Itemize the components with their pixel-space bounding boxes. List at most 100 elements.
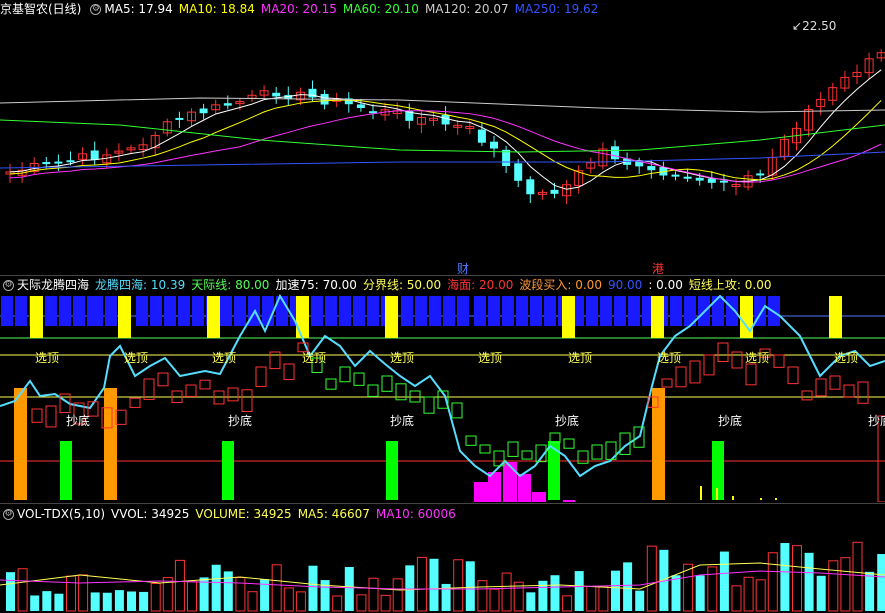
settings-icon[interactable]: ⚙ <box>3 280 14 291</box>
step-candle <box>339 366 351 383</box>
indicator-canvas[interactable] <box>0 276 885 502</box>
indicator-legend-item-3: 分界线: 50.00 <box>362 278 442 292</box>
blue-block <box>339 296 351 326</box>
candle-body <box>514 163 523 181</box>
spike <box>700 486 702 500</box>
ma-legend-item-5: MA250: 19.62 <box>514 2 599 16</box>
event-marker-hk[interactable]: 港 <box>652 260 664 275</box>
blue-block <box>502 296 514 326</box>
magenta-bar <box>518 474 531 502</box>
blue-block <box>712 296 724 326</box>
magenta-bar <box>474 482 488 502</box>
yellow-block <box>562 296 575 338</box>
step-candle <box>241 389 253 412</box>
blue-block <box>415 296 427 326</box>
candle-body <box>683 176 692 179</box>
magenta-bar <box>503 462 517 502</box>
yellow-block <box>829 296 842 338</box>
select-top-label: 选顶 <box>657 351 682 365</box>
volume-bar <box>743 576 754 612</box>
volume-bar <box>695 575 705 611</box>
ma-legend-item-0: MA5: 17.94 <box>104 2 173 16</box>
bottom-pick-label: 抄底 <box>718 414 743 428</box>
volume-bar <box>767 552 778 612</box>
price-chart-panel[interactable]: 京基智农(日线) ⚙ MA5: 17.94 MA10: 18.84 MA20: 20.1… <box>0 0 885 275</box>
volume-bar <box>344 567 354 611</box>
volume-bar <box>623 562 633 611</box>
candle-body <box>441 114 450 125</box>
step-candle <box>591 444 603 460</box>
settings-icon[interactable]: ⚙ <box>3 509 14 520</box>
candle-body <box>707 178 716 183</box>
volume-bar <box>719 551 729 611</box>
bottom-pick-label: 抄底 <box>228 414 253 428</box>
step-candle <box>563 438 575 449</box>
indicator-panel[interactable]: ⚙ 天际龙腾四海 龙腾四海: 10.39 天际线: 80.00 加速75: 70.00 分… <box>0 276 885 502</box>
volume-legend-item-1: VOLUME: 34925 <box>195 507 292 521</box>
candle-body <box>477 129 486 143</box>
green-bar <box>60 441 72 500</box>
panel-divider[interactable] <box>0 503 885 504</box>
volume-bar <box>865 571 875 611</box>
step-candle <box>325 378 337 390</box>
blue-block <box>367 296 379 326</box>
volume-bar <box>816 575 826 611</box>
yellow-block <box>30 296 43 338</box>
yellow-block <box>740 296 753 338</box>
blue-block <box>544 296 556 326</box>
ma-legend: MA5: 17.94 MA10: 18.84 MA20: 20.15 MA60: 20… <box>104 2 604 16</box>
step-candle <box>717 342 729 363</box>
indicator-legend-item-7: : 0.00 <box>648 278 683 292</box>
blue-block <box>59 296 71 326</box>
blue-block <box>45 296 57 326</box>
blue-block <box>474 296 486 326</box>
volume-bar <box>150 583 161 612</box>
blue-block <box>586 296 598 326</box>
candle-body <box>199 108 208 114</box>
step-candle <box>661 378 673 388</box>
green-bar <box>222 441 234 500</box>
blue-block <box>105 296 117 326</box>
step-candle <box>773 354 785 368</box>
volume-bar <box>90 592 100 611</box>
volume-bar <box>54 593 64 611</box>
spike <box>775 498 777 500</box>
step-candle <box>353 372 365 386</box>
blue-block <box>516 296 528 326</box>
volume-legend-item-2: MA5: 46607 <box>297 507 370 521</box>
volume-bar <box>174 559 185 612</box>
step-candle <box>787 366 799 385</box>
event-marker-finance[interactable]: 财 <box>457 260 469 275</box>
volume-bar <box>187 581 197 612</box>
yellow-block <box>118 296 131 338</box>
volume-bar <box>852 541 863 612</box>
yellow-block <box>651 296 664 338</box>
candle-body <box>611 146 619 160</box>
spike <box>716 488 718 500</box>
yellow-block <box>385 296 398 338</box>
blue-block <box>136 296 148 326</box>
bottom-pick-label: 抄底 <box>390 414 415 428</box>
volume-bar <box>611 570 620 611</box>
blue-block <box>614 296 626 326</box>
volume-header: ⚙ VOL-TDX(5,10) VVOL: 34925 VOLUME: 34925 MA… <box>0 505 468 523</box>
indicator-legend-item-4: 海面: 20.00 <box>447 278 514 292</box>
high-price-label: ↙22.50 <box>792 19 837 33</box>
volume-bar <box>574 571 584 611</box>
volume-bar <box>405 565 415 611</box>
volume-bar <box>586 585 597 612</box>
select-top-label: 选顶 <box>478 351 503 365</box>
candle-body <box>272 92 281 97</box>
volume-bar <box>271 564 282 612</box>
blue-block <box>670 296 682 326</box>
ma-legend-item-1: MA10: 18.84 <box>178 2 255 16</box>
yellow-block <box>207 296 220 338</box>
volume-bar <box>755 579 766 612</box>
volume-bar <box>139 591 149 611</box>
indicator-legend-item-1: 天际线: 80.00 <box>191 278 270 292</box>
settings-icon[interactable]: ⚙ <box>90 4 102 15</box>
step-candle <box>521 450 533 460</box>
price-chart-canvas[interactable] <box>0 0 885 275</box>
volume-bar <box>828 560 839 612</box>
volume-panel[interactable]: ⚙ VOL-TDX(5,10) VVOL: 34925 VOLUME: 34925 MA… <box>0 505 885 613</box>
